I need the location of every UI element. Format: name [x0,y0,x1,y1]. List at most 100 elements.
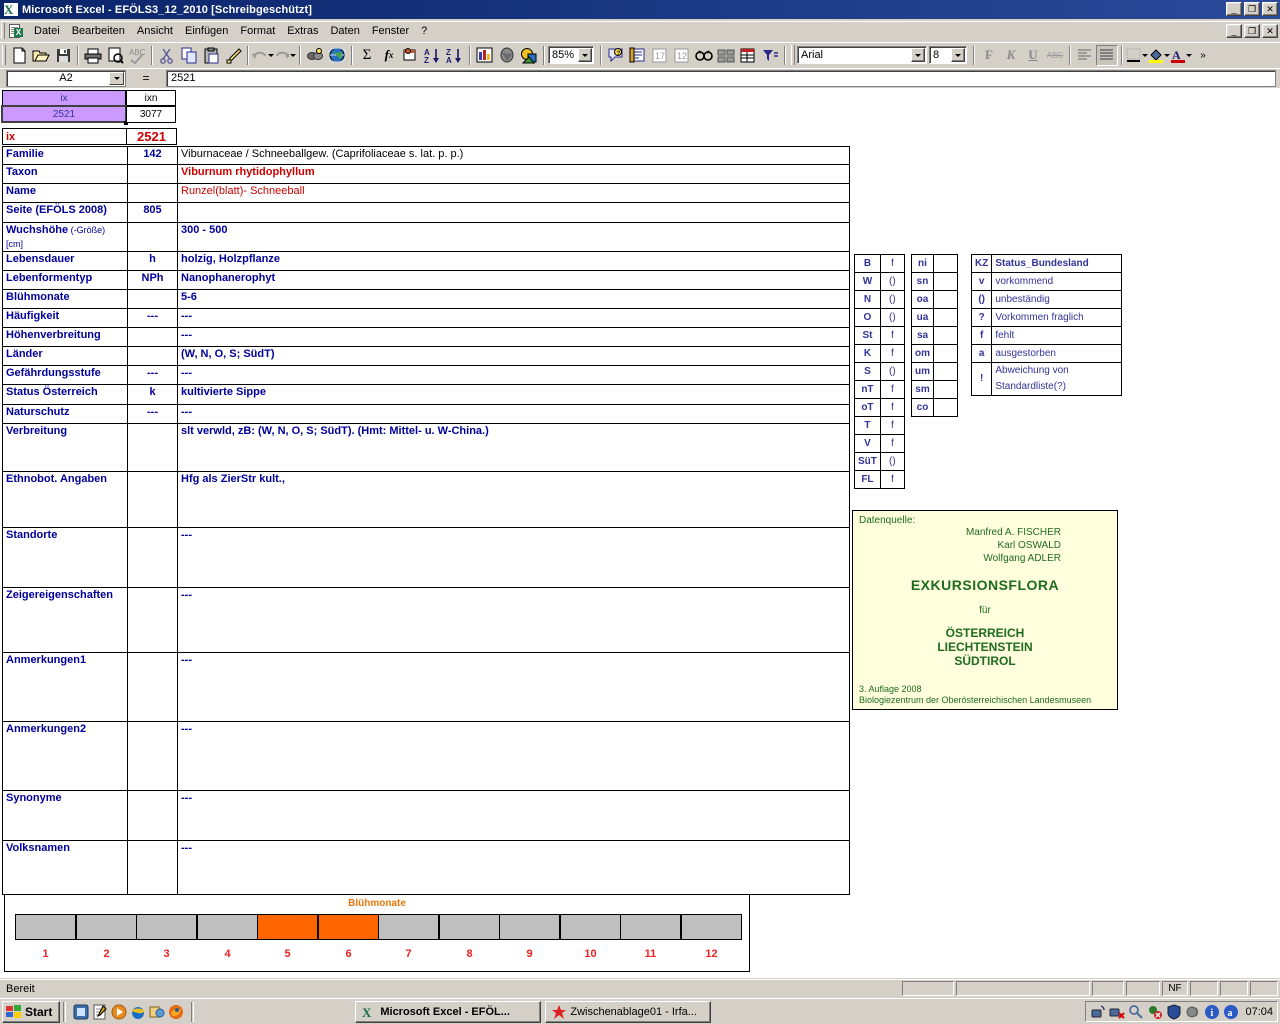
font-size-combo[interactable]: 8 [929,46,967,64]
menu-ansicht[interactable]: Ansicht [131,23,179,39]
legend-row[interactable]: FL f [854,470,905,489]
search-icon[interactable] [1128,1004,1144,1020]
doc-close-button[interactable]: ✕ [1262,24,1278,38]
chart-wizard-icon[interactable] [474,45,496,66]
font-name-dropdown-arrow[interactable] [911,48,925,62]
legend-row[interactable]: W() [854,272,905,291]
menu-help[interactable]: ? [415,23,433,39]
firefox-icon[interactable] [168,1004,184,1020]
legend-row[interactable]: f fehlt [970,326,1123,345]
table-row[interactable]: Naturschutz --- --- [2,404,850,424]
cell-a2-selected[interactable]: 2521 [1,105,127,123]
align-justify-button[interactable] [1096,44,1118,66]
legend-row[interactable]: a ausgestorben [970,344,1123,363]
legend-row[interactable]: oT f [854,398,905,417]
info-icon[interactable]: i [1204,1004,1220,1020]
table-row[interactable]: ix 2521 [2,128,177,145]
copy-icon[interactable] [178,45,200,66]
table-row[interactable]: Synonyme --- [2,790,850,841]
toolbar-grip-1[interactable] [2,45,6,65]
menu-extras[interactable]: Extras [281,23,324,39]
autosum-icon[interactable]: Σ [356,45,378,66]
table-row[interactable]: Volksnamen --- [2,840,850,895]
map-icon[interactable] [496,45,518,66]
volume-icon[interactable] [1185,1004,1201,1020]
firewall-icon[interactable] [1166,1003,1182,1020]
table-row[interactable]: Status Österreich k kultivierte Sippe [2,384,850,405]
save-icon[interactable] [52,45,74,66]
worksheet[interactable]: ix ixn 2521 3077 ix 2521 Familie 142 Vibur… [0,88,1280,978]
legend-row[interactable]: sa [911,326,958,345]
table-row[interactable]: Seite (EFÖLS 2008) 805 [2,202,850,223]
table-row[interactable]: Ethnobot. Angaben Hfg als ZierStr kult., [2,471,850,528]
table-row[interactable]: Familie 142 Viburnaceae / Schneeballgew. (… [2,146,850,165]
table-row[interactable]: Anmerkungen1 --- [2,652,850,722]
show-desktop-icon[interactable] [73,1004,89,1020]
menu-fenster[interactable]: Fenster [366,23,415,39]
notes-icon[interactable] [92,1004,108,1020]
menu-daten[interactable]: Daten [324,23,365,39]
fill-color-icon[interactable] [1148,45,1170,66]
menu-format[interactable]: Format [234,23,281,39]
table-row[interactable]: Taxon Viburnum rhytidophyllum [2,164,850,184]
strikethrough-button[interactable]: ABC [1044,45,1066,66]
media-player-icon[interactable] [111,1004,127,1020]
table-row[interactable]: Länder (W, N, O, S; SüdT) [2,346,850,366]
align-left-button[interactable] [1074,45,1096,66]
redo-dropdown-arrow[interactable] [290,53,296,57]
pivot-table-icon[interactable] [737,45,759,66]
borders-icon[interactable] [1126,45,1148,66]
legend-row[interactable]: S() [854,362,905,381]
legend-row[interactable]: Kf [854,344,905,363]
legend-row[interactable]: St f [854,326,905,345]
close-button[interactable]: ✕ [1262,2,1278,16]
toolbar-grip-2[interactable] [791,45,795,65]
redo-icon[interactable] [274,45,296,66]
cell-header-ixn[interactable]: ixn [126,90,176,106]
legend-row[interactable]: ua [911,308,958,327]
legend-row[interactable]: ni [911,254,958,273]
legend-row[interactable]: Tf [854,416,905,435]
office-assistant-icon[interactable]: ? [605,45,627,66]
menu-bearbeiten[interactable]: Bearbeiten [66,23,131,39]
sort-filter-icon[interactable] [400,45,422,66]
menu-grip[interactable] [1,23,5,39]
legend-row[interactable]: O() [854,308,905,327]
table-row[interactable]: Anmerkungen2 --- [2,721,850,791]
doc-minimize-button[interactable]: _ [1226,24,1242,38]
outline-icon[interactable]: 17 [649,45,671,66]
cut-icon[interactable] [156,45,178,66]
zoom-dropdown-arrow[interactable] [578,48,592,62]
table-row[interactable]: Standorte --- [2,527,850,588]
table-row[interactable]: Blühmonate 5-6 [2,289,850,309]
restore-button[interactable]: ❐ [1244,2,1260,16]
legend-row[interactable]: N() [854,290,905,309]
web-toolbar-icon[interactable] [326,45,348,66]
legend-row[interactable]: SüT() [854,452,905,471]
function-wizard-icon[interactable]: fx [378,45,400,66]
menu-datei[interactable]: Datei [28,23,66,39]
legend-row[interactable]: sm [911,380,958,399]
network-icon[interactable] [1090,1004,1106,1020]
italic-button[interactable]: K [1000,45,1022,66]
acrobat-icon[interactable]: a [1223,1004,1239,1020]
open-icon[interactable] [30,45,52,66]
font-color-icon[interactable]: A [1170,45,1192,66]
legend-row[interactable]: sn [911,272,958,291]
network-error-icon[interactable] [1109,1004,1126,1020]
formula-input[interactable]: 2521 [166,69,1276,87]
window-split-icon[interactable] [715,45,737,66]
name-box-dropdown-arrow[interactable] [109,71,124,85]
table-row[interactable]: Wuchshöhe (-Größe) [cm] 300 - 500 [2,222,850,252]
table-row[interactable]: Zeigereigenschaften --- [2,587,850,653]
bold-button[interactable]: F [978,45,1000,66]
font-name-combo[interactable]: Arial [797,46,927,64]
legend-row[interactable]: nT f [854,380,905,399]
legend-row[interactable]: co [911,398,958,417]
find-icon[interactable] [693,45,715,66]
legend-row[interactable]: oa [911,290,958,309]
spellcheck-icon[interactable]: ABC [126,45,148,66]
hyperlink-icon[interactable] [304,45,326,66]
antivirus-icon[interactable] [1147,1004,1163,1020]
font-size-dropdown-arrow[interactable] [951,48,965,62]
